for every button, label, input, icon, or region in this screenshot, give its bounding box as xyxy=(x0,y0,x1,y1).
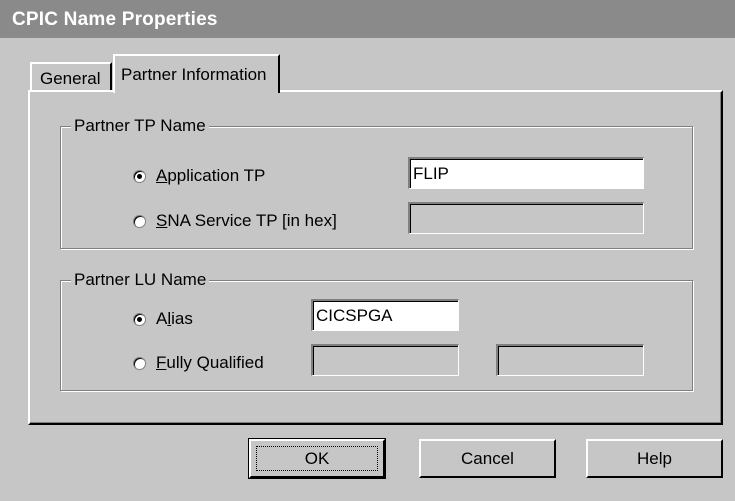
dialog-window: CPIC Name Properties General Partner Inf… xyxy=(0,0,735,501)
application-tp-input[interactable]: FLIP xyxy=(408,157,644,189)
alias-label: Alias xyxy=(156,309,193,328)
tab-partner-information-label: Partner Information xyxy=(121,65,267,84)
partner-tp-legend: Partner TP Name xyxy=(71,116,209,136)
fully-qualified-label: Fully Qualified xyxy=(156,353,264,372)
sna-service-tp-radio-button[interactable] xyxy=(133,214,146,228)
partner-tp-group: Partner TP Name Application TP FLIP SNA … xyxy=(60,116,693,249)
sna-service-tp-input xyxy=(408,202,644,234)
tab-panel: Partner TP Name Application TP FLIP SNA … xyxy=(28,90,723,425)
title-bar[interactable]: CPIC Name Properties xyxy=(0,0,735,38)
help-button[interactable]: Help xyxy=(586,439,723,478)
ok-button[interactable]: OK xyxy=(248,438,386,479)
sna-service-tp-radio[interactable]: SNA Service TP [in hex] xyxy=(133,211,337,231)
fully-qualified-radio[interactable]: Fully Qualified xyxy=(133,353,264,373)
sna-service-tp-label: SNA Service TP [in hex] xyxy=(156,211,337,230)
tab-partner-information[interactable]: Partner Information xyxy=(113,54,280,93)
tab-general[interactable]: General xyxy=(30,62,112,91)
fully-qualified-lu-input xyxy=(496,344,644,376)
fully-qualified-network-input xyxy=(311,344,459,376)
alias-radio-button[interactable] xyxy=(133,312,146,326)
application-tp-radio[interactable]: Application TP xyxy=(133,166,265,186)
partner-lu-legend: Partner LU Name xyxy=(71,270,210,290)
alias-radio[interactable]: Alias xyxy=(133,309,193,329)
application-tp-radio-button[interactable] xyxy=(133,169,146,183)
window-title: CPIC Name Properties xyxy=(12,9,218,30)
tab-general-label: General xyxy=(40,69,101,88)
fully-qualified-radio-button[interactable] xyxy=(133,356,146,370)
partner-lu-group: Partner LU Name Alias CICSPGA Fully Qual… xyxy=(60,270,693,391)
application-tp-label: Application TP xyxy=(156,166,266,185)
cancel-button[interactable]: Cancel xyxy=(419,439,556,478)
alias-input[interactable]: CICSPGA xyxy=(311,299,459,331)
